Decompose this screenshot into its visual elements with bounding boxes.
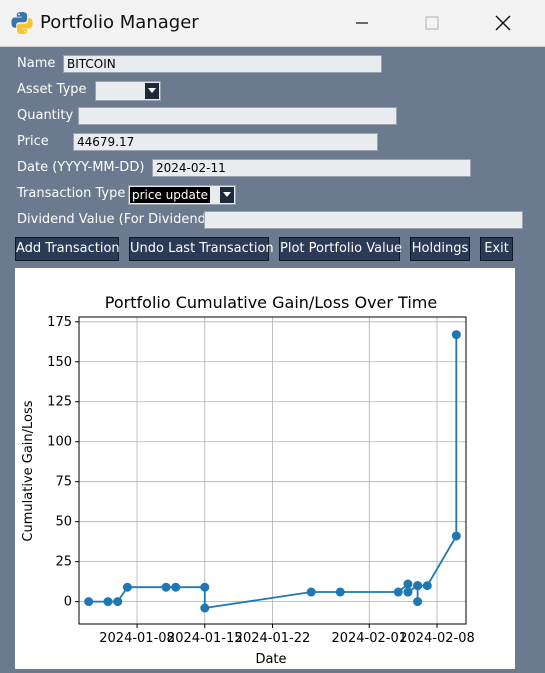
minimize-button[interactable] [339, 0, 385, 46]
data-point [422, 581, 432, 591]
transaction-type-value: price update [130, 187, 210, 203]
data-point [306, 587, 316, 597]
maximize-icon [425, 16, 439, 30]
data-point [161, 582, 171, 592]
data-point [393, 587, 403, 597]
y-tick-label: 0 [64, 595, 72, 610]
chart-canvas: Portfolio Cumulative Gain/Loss Over Time… [15, 268, 515, 669]
date-input[interactable]: 2024-02-11 [152, 159, 471, 177]
y-tick-label: 175 [47, 315, 72, 330]
y-tick-label: 100 [47, 435, 72, 450]
data-point [413, 581, 423, 591]
data-point [200, 603, 210, 613]
quantity-label: Quantity [17, 108, 74, 123]
maximize-button[interactable] [409, 0, 455, 46]
main-form: Name BITCOIN Asset Type Quantity Price 4… [0, 47, 545, 671]
price-label: Price [17, 134, 49, 149]
data-point [103, 597, 113, 607]
x-axis-ticks: 2024-01-082024-01-152024-01-22 2024-02-01… [99, 624, 475, 646]
x-tick-label: 2024-02-01 [331, 631, 407, 646]
y-tick-label: 125 [47, 395, 72, 410]
data-point [84, 597, 94, 607]
price-input[interactable]: 44679.17 [73, 133, 378, 151]
transaction-type-select[interactable]: price update [128, 185, 236, 205]
data-point [171, 582, 181, 592]
asset-type-select[interactable] [95, 81, 161, 101]
name-label: Name [17, 56, 56, 71]
x-tick-label: 2024-01-08 [99, 631, 175, 646]
x-tick-label: 2024-01-15 [167, 631, 243, 646]
asset-type-dropdown-button[interactable] [145, 83, 159, 99]
close-button[interactable] [480, 0, 526, 46]
plot-portfolio-value-button[interactable]: Plot Portfolio Value [279, 237, 402, 261]
x-tick-label: 2024-01-22 [235, 631, 311, 646]
quantity-input[interactable] [78, 107, 397, 125]
chart-title: Portfolio Cumulative Gain/Loss Over Time [105, 293, 437, 312]
data-point [113, 597, 123, 607]
data-point [403, 587, 413, 597]
chevron-down-icon [148, 88, 156, 93]
python-app-icon [11, 12, 33, 34]
y-tick-label: 150 [47, 355, 72, 370]
x-tick-label: 2024-02-08 [399, 631, 475, 646]
holdings-button[interactable]: Holdings [410, 237, 470, 261]
date-label: Date (YYYY-MM-DD) [17, 160, 145, 175]
gain-loss-chart: Portfolio Cumulative Gain/Loss Over Time… [21, 293, 475, 667]
transaction-type-label: Transaction Type [17, 186, 126, 201]
title-bar: Portfolio Manager [0, 0, 545, 47]
data-point [200, 582, 210, 592]
dividend-label: Dividend Value (For Dividends) [17, 212, 218, 227]
window-title: Portfolio Manager [40, 12, 199, 33]
dividend-input[interactable] [204, 211, 523, 229]
close-icon [495, 15, 511, 31]
x-axis-label: Date [255, 652, 286, 667]
data-point [122, 582, 132, 592]
chevron-down-icon [223, 192, 231, 197]
data-point [335, 587, 345, 597]
transaction-type-dropdown-button[interactable] [220, 187, 234, 203]
y-tick-label: 75 [55, 475, 72, 490]
asset-type-label: Asset Type [17, 82, 87, 97]
undo-last-transaction-button[interactable]: Undo Last Transaction [129, 237, 274, 261]
data-point [413, 597, 423, 607]
data-point [451, 531, 461, 541]
exit-button[interactable]: Exit [480, 237, 513, 261]
minimize-icon [356, 22, 368, 24]
data-point [451, 330, 461, 340]
y-axis-label: Cumulative Gain/Loss [21, 400, 36, 541]
name-input[interactable]: BITCOIN [63, 55, 382, 73]
y-tick-label: 25 [55, 555, 72, 570]
y-tick-label: 50 [55, 515, 72, 530]
y-axis-ticks: 0 25 50 75 100 125 150 175 [47, 315, 79, 610]
data-point [403, 579, 413, 589]
add-transaction-button[interactable]: Add Transaction [15, 237, 120, 261]
grid-lines [79, 317, 466, 624]
